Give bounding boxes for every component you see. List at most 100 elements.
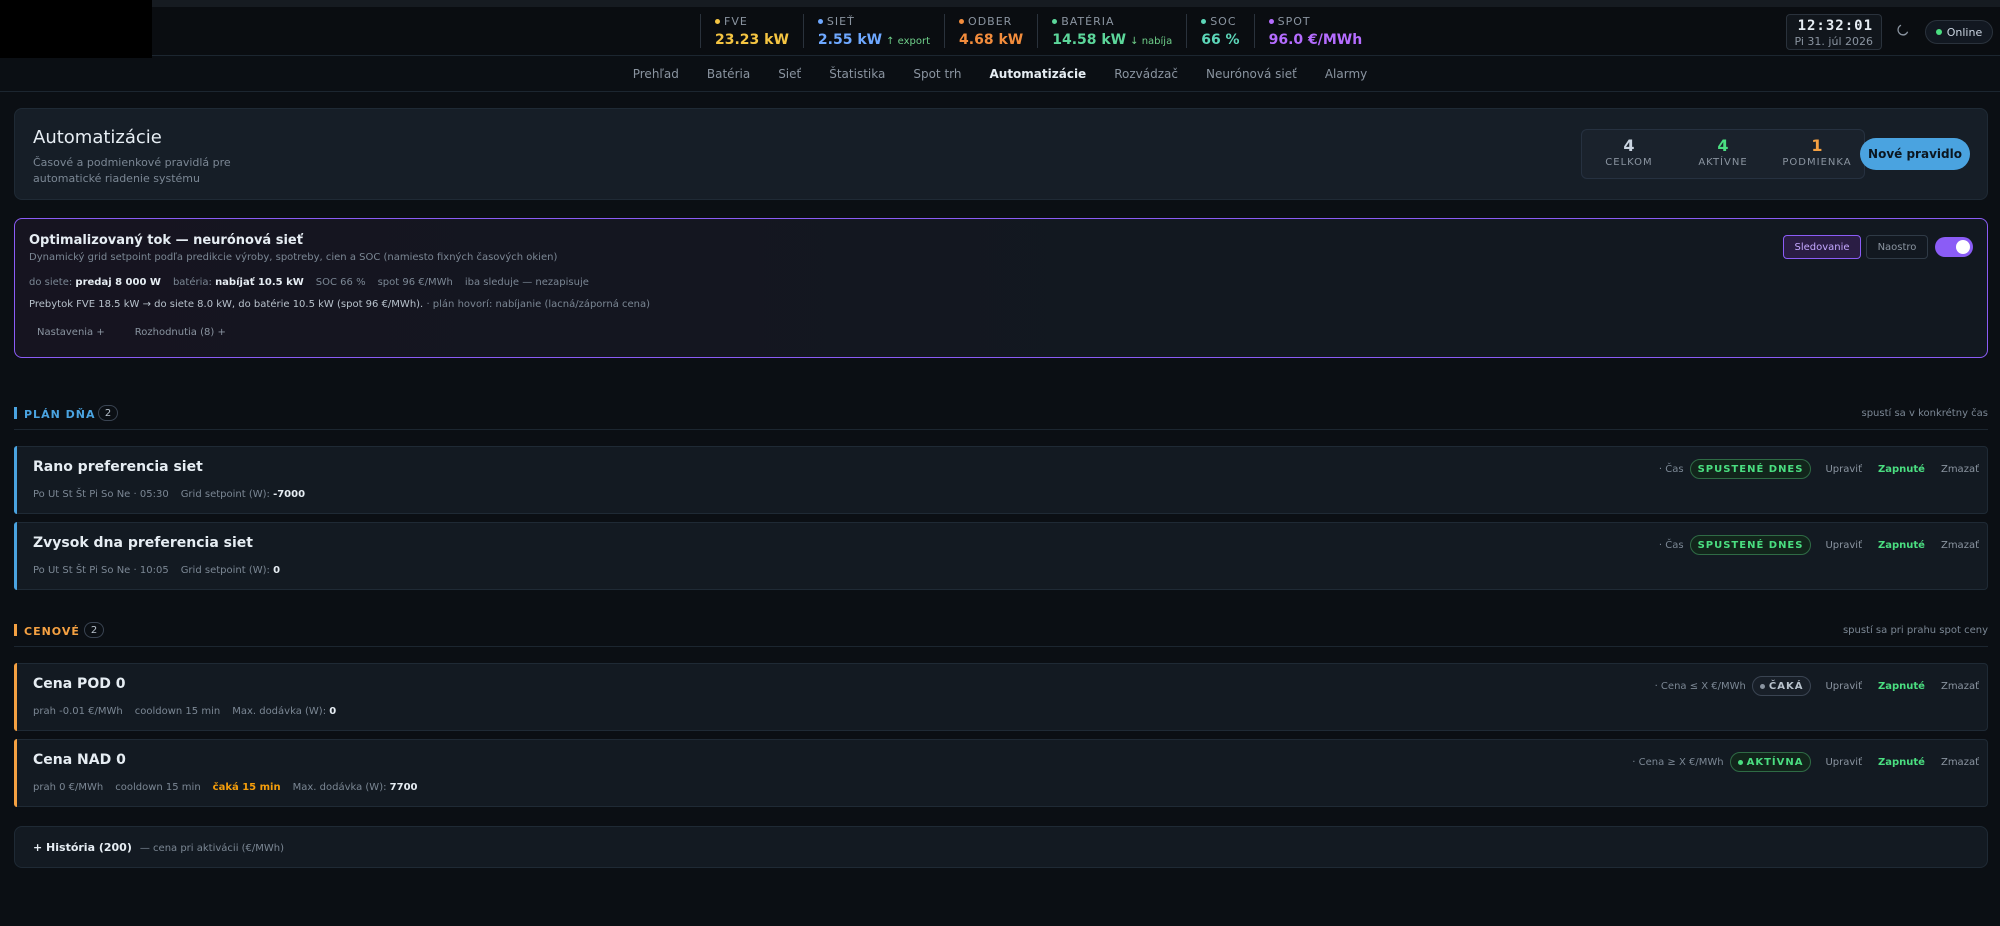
status-badge: SPUSTENÉ DNES bbox=[1689, 459, 1812, 479]
neural-toggle[interactable] bbox=[1935, 237, 1973, 257]
section-plan: PLÁN DŇA 2 spustí sa v konkrétny čas bbox=[14, 405, 1988, 430]
metric-label: SOC bbox=[1210, 14, 1237, 28]
history-label: + História (200) bbox=[33, 841, 132, 854]
rule-title: Cena POD 0 bbox=[33, 676, 126, 692]
rule-meta: prah 0 €/MWh cooldown 15 min čaká 15 min… bbox=[33, 782, 418, 793]
grid-status-label: do siete: bbox=[29, 277, 73, 288]
fve-dot-icon bbox=[715, 18, 720, 24]
page-title: Automatizácie bbox=[33, 127, 162, 148]
status-label: ČAKÁ bbox=[1768, 680, 1804, 692]
spot-status: spot 96 €/MWh bbox=[377, 277, 453, 288]
grid-dot-icon bbox=[817, 18, 823, 24]
tab-statistics[interactable]: Štatistika bbox=[815, 67, 899, 81]
section-hint: spustí sa pri prahu spot ceny bbox=[1842, 625, 1988, 636]
status-dot-icon bbox=[1759, 683, 1765, 689]
battery-status-label: batéria: bbox=[172, 277, 212, 288]
metric-value: 14.58 kW bbox=[1052, 32, 1127, 48]
rule-actions: · Cena ≥ X €/MWh AKTÍVNA Upraviť Zapnuté… bbox=[1632, 751, 1987, 773]
rule-accent bbox=[14, 739, 17, 807]
metric-label: SIEŤ bbox=[826, 14, 855, 28]
tab-spot-market[interactable]: Spot trh bbox=[899, 67, 975, 81]
tab-grid[interactable]: Sieť bbox=[764, 67, 815, 81]
max-supply-label: Max. dodávka (W): bbox=[292, 782, 387, 793]
enabled-toggle[interactable]: Zapnuté bbox=[1870, 681, 1933, 692]
enabled-toggle[interactable]: Zapnuté bbox=[1870, 464, 1933, 475]
metric-value: 66 % bbox=[1201, 32, 1240, 48]
enabled-toggle[interactable]: Zapnuté bbox=[1870, 540, 1933, 551]
metric-fve: FVE 23.23 kW bbox=[700, 14, 803, 48]
rule-type: · Čas bbox=[1658, 463, 1684, 475]
delete-button[interactable]: Zmazať bbox=[1933, 464, 1987, 475]
clock-date: Pi 31. júl 2026 bbox=[1794, 35, 1873, 48]
rule-title: Cena NAD 0 bbox=[33, 752, 126, 768]
tab-neural-network[interactable]: Neurónová sieť bbox=[1192, 67, 1311, 81]
section-count: 2 bbox=[84, 622, 104, 638]
online-status: Online bbox=[1925, 20, 1993, 44]
rule-schedule: Po Ut St Št Pi So Ne · 10:05 bbox=[33, 565, 169, 576]
stat-label: PODMIENKA bbox=[1782, 157, 1852, 168]
plan-text: · plán hovorí: nabíjanie (lacná/záporná … bbox=[426, 299, 651, 310]
battery-dot-icon bbox=[1052, 18, 1058, 24]
metric-value: 96.0 €/MWh bbox=[1268, 32, 1363, 48]
grid-status: do siete: predaj 8 000 W bbox=[29, 277, 161, 288]
metric-soc: SOC 66 % bbox=[1186, 14, 1253, 48]
edit-button[interactable]: Upraviť bbox=[1817, 757, 1870, 768]
metric-label: SPOT bbox=[1277, 14, 1311, 28]
stat-total: 4 CELKOM bbox=[1582, 130, 1676, 178]
setpoint-label: Grid setpoint (W): bbox=[180, 565, 270, 576]
decisions-link[interactable]: Rozhodnutia (8) + bbox=[135, 327, 226, 338]
rule-max-supply: Max. dodávka (W): 0 bbox=[232, 706, 336, 717]
tab-overview[interactable]: Prehľad bbox=[619, 67, 693, 81]
metric-sub: ↑ export bbox=[886, 36, 931, 47]
spot-dot-icon bbox=[1268, 18, 1274, 24]
delete-button[interactable]: Zmazať bbox=[1933, 540, 1987, 551]
rule-waiting: čaká 15 min bbox=[212, 782, 281, 793]
rule-card: Cena NAD 0 prah 0 €/MWh cooldown 15 min … bbox=[14, 739, 1988, 807]
rule-meta: Po Ut St Št Pi So Ne · 05:30 Grid setpoi… bbox=[33, 489, 305, 500]
setpoint-value: -7000 bbox=[273, 489, 306, 500]
delete-button[interactable]: Zmazať bbox=[1933, 757, 1987, 768]
history-sub: — cena pri aktivácii (€/MWh) bbox=[139, 843, 285, 854]
tab-switchboard[interactable]: Rozvádzač bbox=[1100, 67, 1192, 81]
max-supply-value: 0 bbox=[329, 706, 337, 717]
stat-value: 1 bbox=[1811, 136, 1823, 155]
top-strip bbox=[152, 0, 2000, 7]
section-divider bbox=[14, 429, 1988, 430]
soc-dot-icon bbox=[1201, 18, 1207, 24]
metric-value: 23.23 kW bbox=[715, 32, 789, 48]
tab-battery[interactable]: Batéria bbox=[693, 67, 764, 81]
stats-box: 4 CELKOM 4 AKTÍVNE 1 PODMIENKA bbox=[1581, 129, 1865, 179]
tracking-button[interactable]: Sledovanie bbox=[1783, 235, 1861, 259]
edit-button[interactable]: Upraviť bbox=[1817, 540, 1870, 551]
metric-sub: ↓ nabíja bbox=[1130, 36, 1173, 47]
settings-link[interactable]: Nastavenia + bbox=[37, 327, 105, 338]
delete-button[interactable]: Zmazať bbox=[1933, 681, 1987, 692]
edit-button[interactable]: Upraviť bbox=[1817, 464, 1870, 475]
rule-max-supply: Max. dodávka (W): 7700 bbox=[293, 782, 418, 793]
metric-spot: SPOT 96.0 €/MWh bbox=[1253, 14, 1377, 48]
history-panel[interactable]: + História (200) — cena pri aktivácii (€/… bbox=[14, 826, 1988, 868]
stat-value: 4 bbox=[1717, 136, 1729, 155]
rule-setpoint: Grid setpoint (W): -7000 bbox=[181, 489, 305, 500]
battery-status: batéria: nabíjať 10.5 kW bbox=[173, 277, 304, 288]
rule-actions: · Čas SPUSTENÉ DNES Upraviť Zapnuté Zmaz… bbox=[1659, 534, 1987, 556]
stat-value: 4 bbox=[1623, 136, 1635, 155]
online-label: Online bbox=[1946, 25, 1983, 39]
history-toggle[interactable]: + História (200) — cena pri aktivácii (€/… bbox=[33, 841, 284, 854]
edit-button[interactable]: Upraviť bbox=[1817, 681, 1870, 692]
grid-status-value: predaj 8 000 W bbox=[75, 277, 161, 288]
live-button[interactable]: Naostro bbox=[1866, 235, 1928, 259]
soc-status: SOC 66 % bbox=[315, 277, 366, 288]
rule-card: Zvysok dna preferencia siet Po Ut St Št … bbox=[14, 522, 1988, 590]
stat-condition: 1 PODMIENKA bbox=[1770, 130, 1864, 178]
moon-icon[interactable] bbox=[1896, 23, 1910, 37]
new-rule-button[interactable]: Nové pravidlo bbox=[1860, 138, 1970, 170]
rule-actions: · Cena ≤ X €/MWh ČAKÁ Upraviť Zapnuté Zm… bbox=[1655, 675, 1987, 697]
metric-label: FVE bbox=[724, 14, 748, 28]
tab-automations[interactable]: Automatizácie bbox=[975, 67, 1100, 81]
metric-label: ODBER bbox=[968, 14, 1013, 28]
rule-accent bbox=[14, 663, 17, 731]
enabled-toggle[interactable]: Zapnuté bbox=[1870, 757, 1933, 768]
tab-alarms[interactable]: Alarmy bbox=[1311, 67, 1381, 81]
rule-meta: prah -0.01 €/MWh cooldown 15 min Max. do… bbox=[33, 706, 336, 717]
